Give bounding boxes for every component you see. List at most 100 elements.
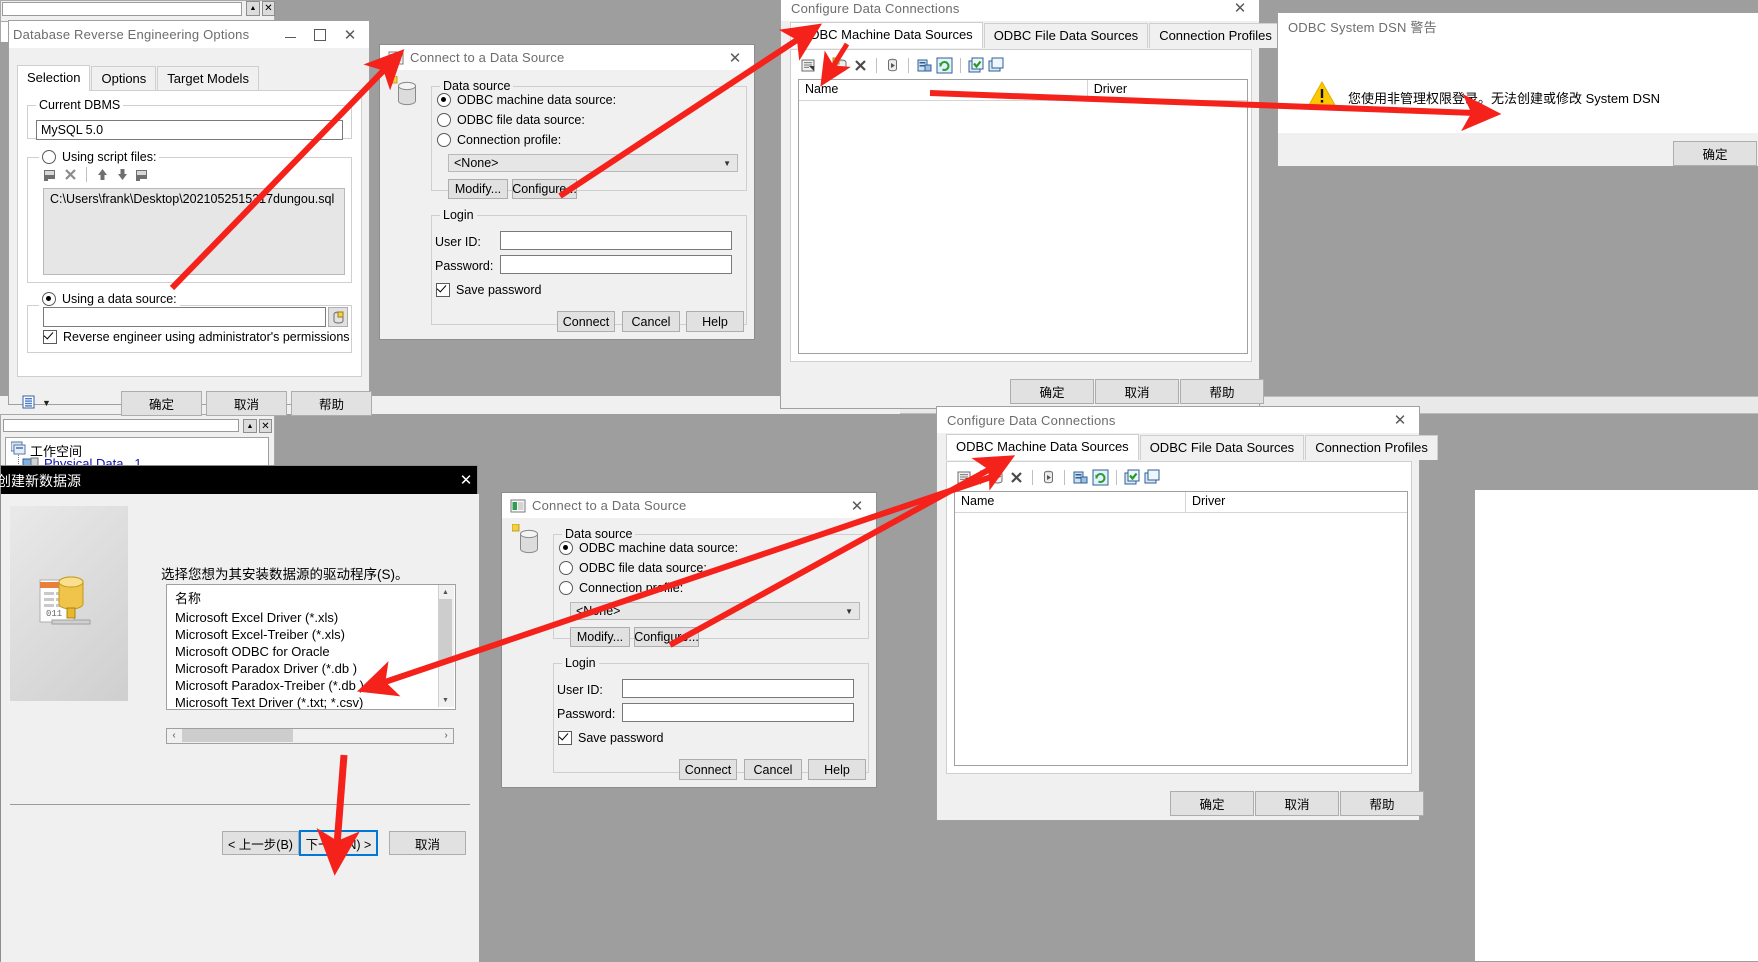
save-password-checkbox[interactable]: Save password [436,283,541,297]
scroll-left-icon[interactable]: ‹ [167,728,181,743]
connect-top-configure-button[interactable]: Configure... [512,179,577,199]
server-config-icon[interactable] [1072,469,1089,486]
delete-icon[interactable] [1008,469,1025,486]
connect-bottom-modify-button[interactable]: Modify... [570,627,630,647]
copy-icon[interactable] [1144,469,1161,486]
delete-icon[interactable] [62,166,79,183]
add-file-icon[interactable] [42,166,59,183]
move-up-icon[interactable] [94,166,111,183]
radio-odbc-file-data-source[interactable]: ODBC file data source: [437,113,585,127]
workspace-scroll-up-button[interactable]: ▲ [243,419,257,433]
driver-list-item[interactable]: Microsoft Paradox-Treiber (*.db ) [167,677,455,694]
database-browse-icon[interactable] [328,307,348,327]
dre-ok-button[interactable]: 确定 [121,391,202,416]
save-password-checkbox[interactable]: Save password [558,731,663,745]
tab-odbc-machine-data-sources[interactable]: ODBC Machine Data Sources [790,22,983,48]
chevron-down-icon[interactable]: ▼ [42,398,51,408]
close-icon[interactable]: ✕ [335,22,365,48]
configure-top-grid[interactable]: Name Driver [798,79,1248,354]
script-files-list[interactable]: C:\Users\frank\Desktop\2021052515317dung… [43,188,345,275]
properties-icon[interactable] [800,57,817,74]
configure-bottom-cancel-button[interactable]: 取消 [1255,791,1339,816]
connection-profile-combo[interactable]: <None> ▼ [570,602,860,620]
admin-permissions-checkbox[interactable]: Reverse engineer using administrator's p… [43,330,350,344]
configure-top-help-button[interactable]: 帮助 [1180,379,1264,404]
tab-selection[interactable]: Selection [17,65,91,91]
wizard-next-button[interactable]: 下一步(N) > [299,830,378,856]
configure-bottom-help-button[interactable]: 帮助 [1340,791,1424,816]
check-all-icon[interactable] [1124,469,1141,486]
close-icon[interactable]: ✕ [842,493,872,519]
password-input[interactable] [622,703,854,722]
radio-connection-profile[interactable]: Connection profile: [559,581,683,595]
current-dbms-field[interactable]: MySQL 5.0 [36,120,343,140]
add-data-source-icon[interactable] [988,469,1005,486]
move-down-icon[interactable] [114,166,131,183]
minimize-icon[interactable] [275,22,305,48]
tab-odbc-file-data-sources[interactable]: ODBC File Data Sources [983,23,1149,48]
close-icon[interactable]: ✕ [1225,0,1255,21]
workspace-close-button[interactable]: ✕ [259,419,272,433]
refresh-icon[interactable] [1092,469,1109,486]
radio-odbc-file-data-source[interactable]: ODBC file data source: [559,561,707,575]
password-input[interactable] [500,255,732,274]
server-config-icon[interactable] [916,57,933,74]
radio-odbc-machine-data-source[interactable]: ODBC machine data source: [437,93,616,107]
dre-help-button[interactable]: 帮助 [291,391,372,416]
configure-bottom-ok-button[interactable]: 确定 [1170,791,1254,816]
driver-list-hscroll-thumb[interactable] [182,729,293,742]
data-source-field[interactable] [43,307,326,327]
tab-connection-profiles[interactable]: Connection Profiles [1149,23,1282,48]
tab-odbc-machine-data-sources[interactable]: ODBC Machine Data Sources [946,434,1139,460]
driver-list-item[interactable]: Microsoft Excel Driver (*.xls) [167,609,455,626]
configure-top-cancel-button[interactable]: 取消 [1095,379,1179,404]
driver-list-box[interactable]: 名称 Microsoft Excel Driver (*.xls) Micros… [166,584,456,710]
scroll-right-icon[interactable]: › [439,728,453,743]
tab-connection-profiles[interactable]: Connection Profiles [1305,435,1438,460]
driver-list-item[interactable]: Microsoft Paradox Driver (*.db ) [167,660,455,677]
column-driver[interactable]: Driver [1088,80,1247,100]
connect-top-help-button[interactable]: Help [686,311,744,332]
copy-icon[interactable] [988,57,1005,74]
column-driver[interactable]: Driver [1186,492,1407,512]
tab-odbc-file-data-sources[interactable]: ODBC File Data Sources [1139,435,1305,460]
refresh-icon[interactable] [936,57,953,74]
driver-list-item[interactable]: Microsoft Excel-Treiber (*.xls) [167,626,455,643]
connect-top-cancel-button[interactable]: Cancel [622,311,680,332]
print-icon[interactable] [21,394,37,410]
maximize-icon[interactable] [305,22,335,48]
background-scrollbar-top[interactable] [2,2,242,16]
driver-list-vscroll-thumb[interactable] [439,599,452,661]
radio-odbc-machine-data-source[interactable]: ODBC machine data source: [559,541,738,555]
check-all-icon[interactable] [968,57,985,74]
scroll-down-icon[interactable]: ▼ [438,693,453,707]
connect-bottom-cancel-button[interactable]: Cancel [744,759,802,780]
test-connection-icon[interactable] [1040,469,1057,486]
background-close-small-button[interactable]: ✕ [262,1,275,16]
close-icon[interactable]: ✕ [1385,407,1415,433]
radio-using-script-files[interactable]: Using script files: [39,150,160,164]
radio-connection-profile[interactable]: Connection profile: [437,133,561,147]
driver-list-item[interactable]: Microsoft ODBC for Oracle [167,643,455,660]
connection-profile-combo[interactable]: <None> ▼ [448,154,738,172]
configure-top-ok-button[interactable]: 确定 [1010,379,1094,404]
test-connection-icon[interactable] [884,57,901,74]
properties-icon[interactable] [956,469,973,486]
user-id-input[interactable] [622,679,854,698]
connect-top-connect-button[interactable]: Connect [557,311,615,332]
delete-icon[interactable] [852,57,869,74]
close-icon[interactable]: ✕ [720,45,750,71]
dre-cancel-button[interactable]: 取消 [206,391,287,416]
connect-top-modify-button[interactable]: Modify... [448,179,508,199]
dsn-warning-ok-button[interactable]: 确定 [1673,141,1757,166]
connect-bottom-configure-button[interactable]: Configure... [634,627,699,647]
workspace-scrollbar[interactable] [3,419,239,432]
add-data-source-icon[interactable] [832,57,849,74]
wizard-back-button[interactable]: < 上一步(B) [222,831,299,855]
configure-bottom-grid[interactable]: Name Driver [954,491,1408,766]
driver-list-item[interactable]: Microsoft Text Driver (*.txt; *.csv) [167,694,455,709]
column-name[interactable]: Name [955,492,1186,512]
tab-target-models[interactable]: Target Models [157,66,259,91]
connect-bottom-help-button[interactable]: Help [808,759,866,780]
scroll-up-icon[interactable]: ▲ [438,585,453,599]
